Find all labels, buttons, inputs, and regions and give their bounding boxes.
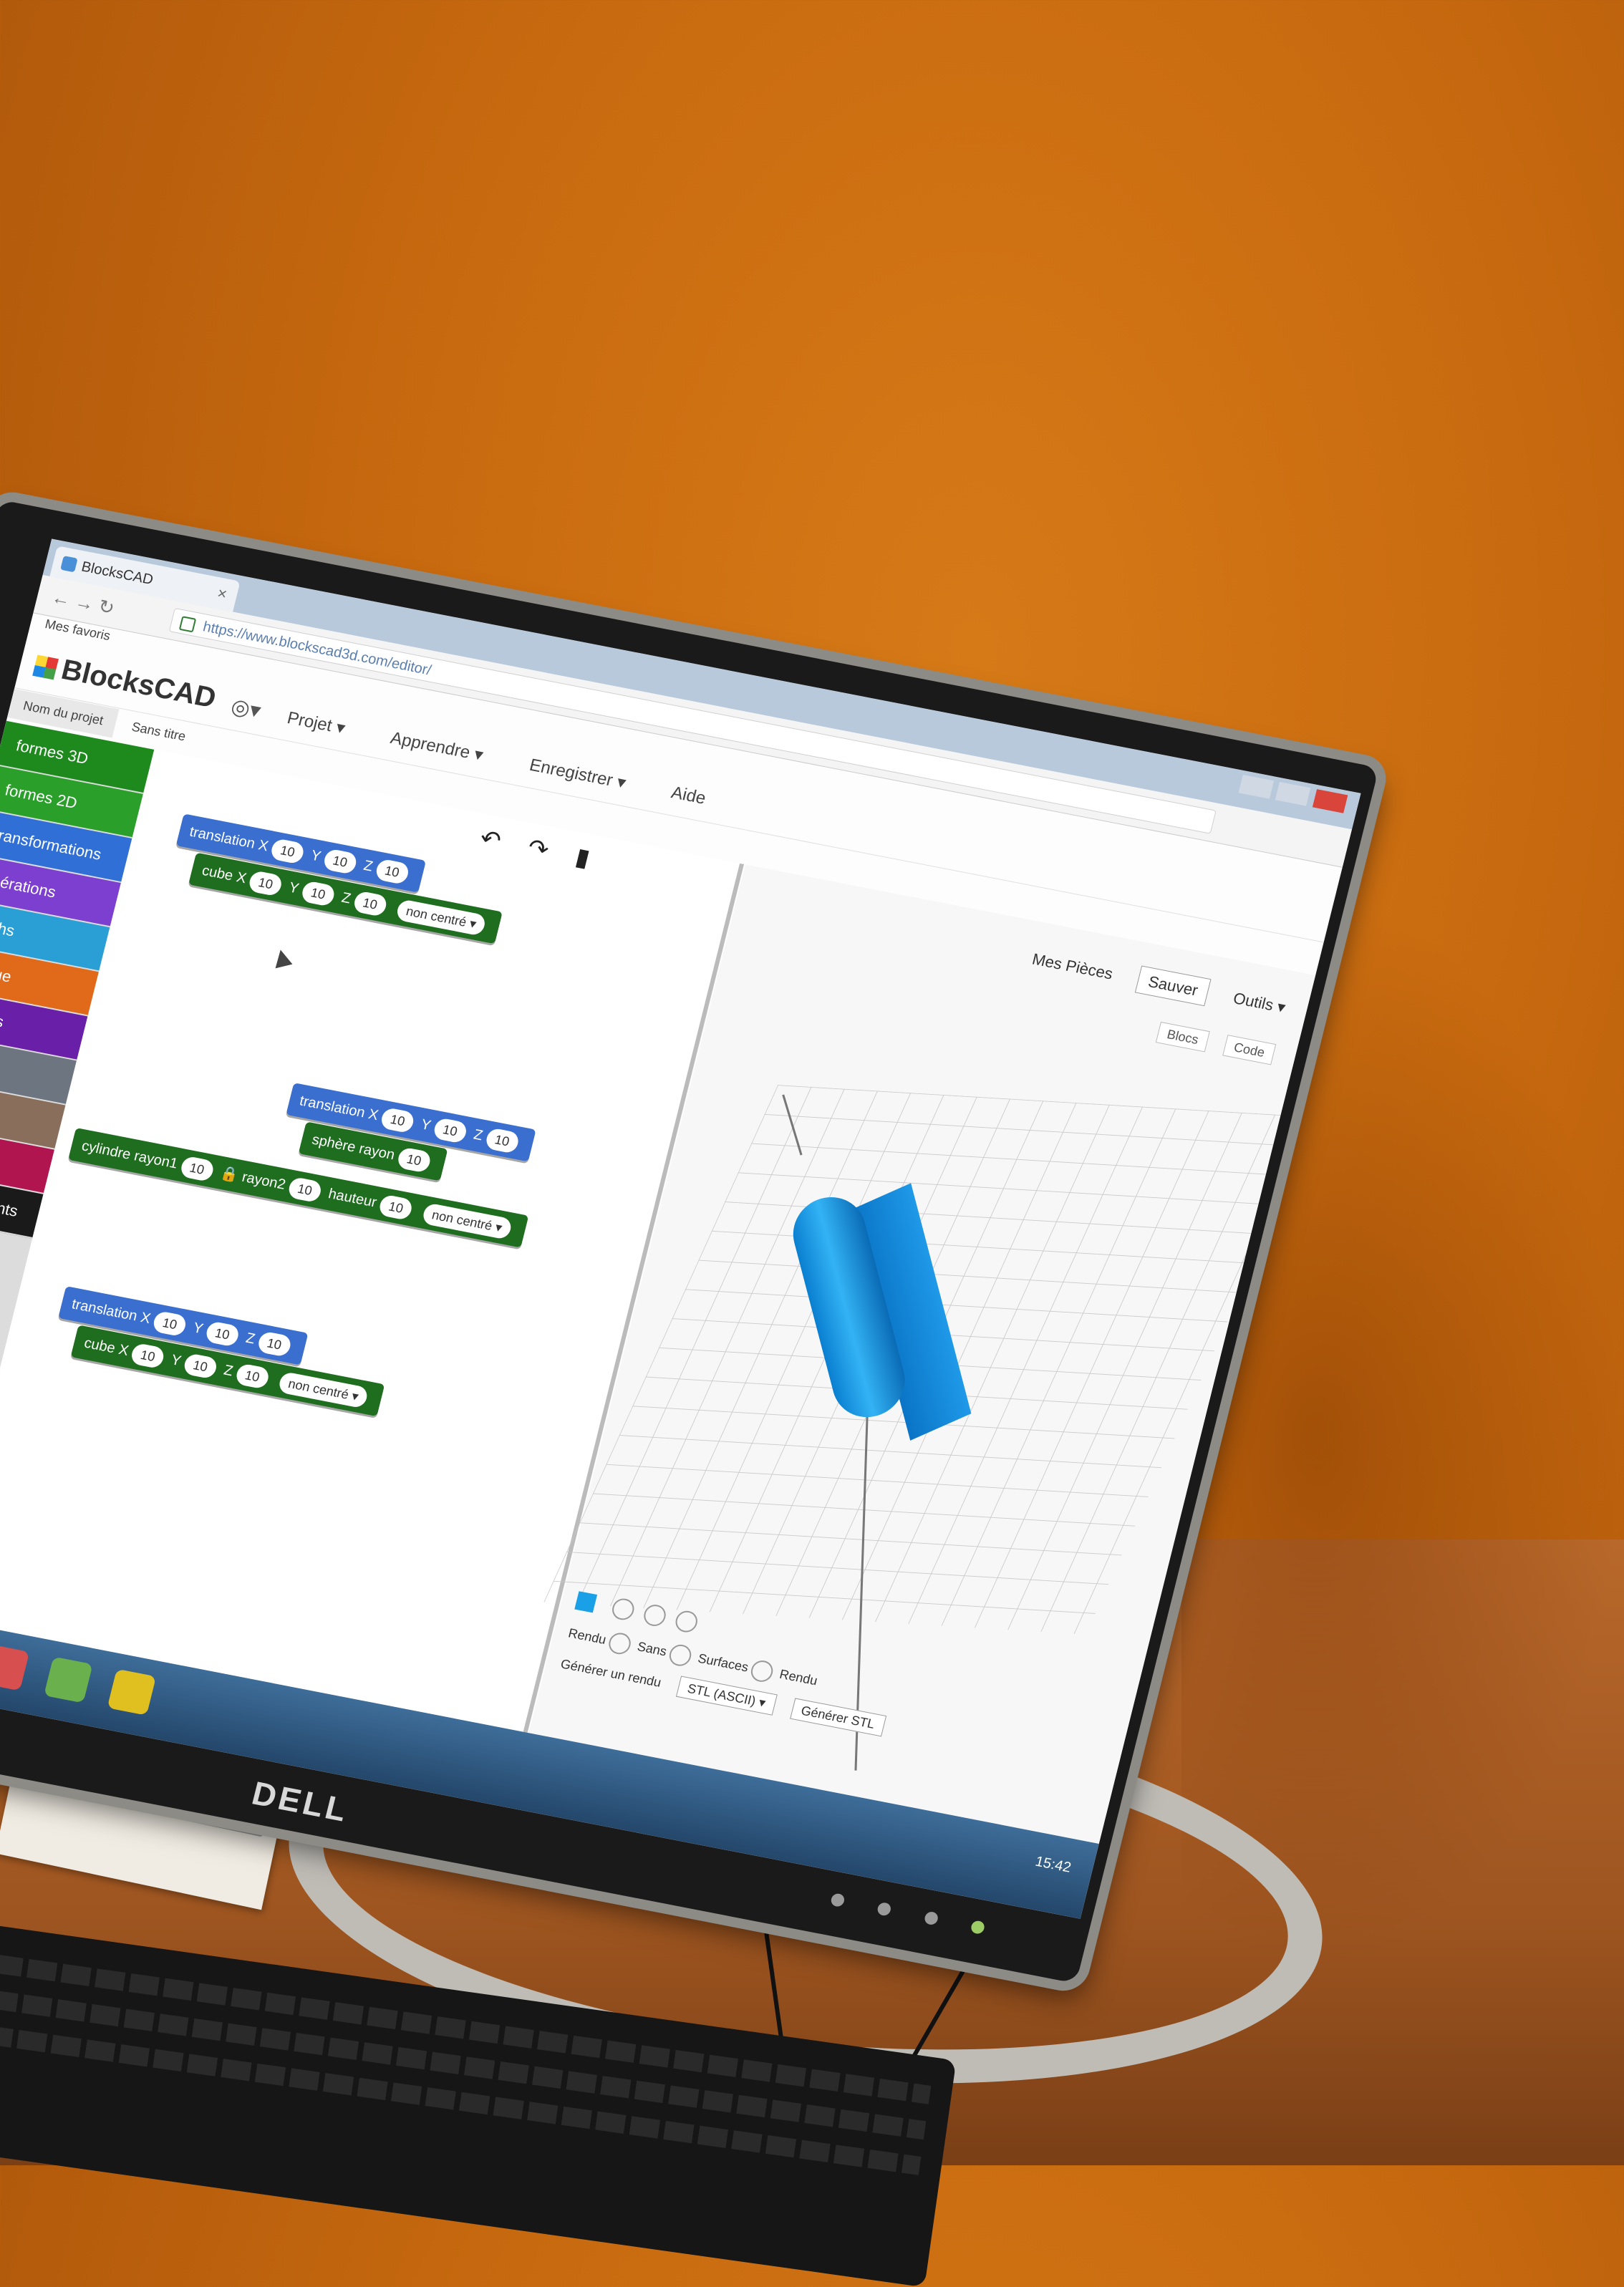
axis-label: X <box>234 869 248 887</box>
menu-learn[interactable]: Apprendre ▾ <box>389 728 485 765</box>
lock-icon <box>178 616 197 633</box>
key-row <box>0 2025 922 2175</box>
value-slot[interactable]: 10 <box>130 1342 166 1370</box>
value-slot[interactable]: 10 <box>395 1146 432 1174</box>
axis-label: Y <box>419 1116 432 1134</box>
tools-menu[interactable]: Outils ▾ <box>1232 989 1287 1016</box>
value-slot[interactable]: 10 <box>377 1194 415 1221</box>
block-label: translation <box>188 823 257 852</box>
value-slot[interactable]: 10 <box>178 1155 216 1182</box>
axis-label: X <box>139 1310 153 1328</box>
center-dropdown[interactable]: non centré ▾ <box>277 1370 369 1409</box>
value-slot[interactable]: 10 <box>483 1126 521 1154</box>
value-slot[interactable]: 10 <box>269 837 306 865</box>
file-icon[interactable] <box>44 1656 93 1703</box>
language-globe-icon[interactable]: ◎▾ <box>228 694 264 724</box>
save-button[interactable]: Sauver <box>1134 965 1212 1007</box>
zoom-in-icon[interactable] <box>609 1597 637 1622</box>
radio-surfaces[interactable] <box>667 1643 694 1668</box>
value-slot[interactable]: 10 <box>432 1116 468 1144</box>
value-slot[interactable]: 10 <box>234 1362 271 1390</box>
logo-cube-icon <box>32 654 59 680</box>
redo-icon[interactable]: ↷ <box>525 834 551 864</box>
value-slot[interactable]: 10 <box>322 848 359 875</box>
value-slot[interactable]: 10 <box>286 1176 324 1204</box>
close-window-button[interactable] <box>1312 789 1348 813</box>
generate-render-button[interactable]: Générer un rendu <box>559 1656 663 1690</box>
axis-label: X <box>367 1106 380 1123</box>
screen: BlocksCAD × ← → ↻ https://www.blockscad3… <box>0 538 1361 1919</box>
chrome-icon[interactable] <box>107 1668 157 1716</box>
param-label: rayon2 <box>240 1169 288 1193</box>
mouse-cursor-icon <box>271 947 293 969</box>
menu-help[interactable]: Aide <box>670 783 708 808</box>
block-label: sphère <box>310 1131 357 1156</box>
view-toggle: Blocs Code <box>1142 1021 1277 1065</box>
block-label: translation <box>69 1296 139 1325</box>
radio-label: Rendu <box>778 1666 819 1688</box>
trash-icon[interactable]: ▮ <box>573 843 593 872</box>
axis-label: Y <box>309 847 323 865</box>
reset-view-icon[interactable] <box>673 1609 700 1635</box>
flask-icon[interactable] <box>0 1644 30 1691</box>
axis-label: X <box>117 1342 130 1359</box>
value-slot[interactable]: 10 <box>380 1106 416 1134</box>
value-slot[interactable]: 10 <box>256 1330 293 1358</box>
menu-project[interactable]: Projet ▾ <box>285 708 347 738</box>
axis-label: Z <box>222 1362 235 1380</box>
axis-label: X <box>256 837 270 855</box>
axis-label: Y <box>287 879 301 897</box>
axis-label: Y <box>169 1352 183 1370</box>
block-label: translation <box>298 1093 367 1121</box>
lock-icon[interactable]: 🔒 <box>219 1165 241 1184</box>
value-slot[interactable]: 10 <box>374 858 410 885</box>
value-slot[interactable]: 10 <box>352 890 389 917</box>
value-slot[interactable]: 10 <box>151 1310 188 1338</box>
monitor-button[interactable] <box>923 1910 939 1926</box>
menu-save[interactable]: Enregistrer ▾ <box>528 755 628 793</box>
axis-label: Z <box>472 1126 485 1144</box>
zoom-out-icon[interactable] <box>642 1602 668 1628</box>
value-slot[interactable]: 10 <box>182 1352 219 1380</box>
axis-label: Z <box>244 1330 257 1348</box>
minimize-button[interactable] <box>1238 775 1275 799</box>
code-toggle[interactable]: Code <box>1222 1035 1277 1065</box>
undo-icon[interactable]: ↶ <box>477 825 503 855</box>
value-slot[interactable]: 10 <box>247 869 284 897</box>
block-label: cylindre <box>79 1138 132 1163</box>
monitor-button[interactable] <box>829 1892 846 1908</box>
axis-label: Z <box>362 857 374 875</box>
radio-none[interactable] <box>606 1630 633 1656</box>
monitor-button[interactable] <box>876 1901 893 1917</box>
value-slot[interactable]: 10 <box>204 1320 241 1348</box>
value-slot[interactable]: 10 <box>300 879 337 907</box>
tab-title: BlocksCAD <box>79 559 155 589</box>
blocks-toggle[interactable]: Blocs <box>1155 1021 1210 1053</box>
radio-render[interactable] <box>748 1658 775 1684</box>
my-parts-link[interactable]: Mes Pièces <box>1030 950 1115 983</box>
axis-label: Y <box>191 1320 205 1338</box>
param-label: rayon <box>357 1141 397 1164</box>
color-swatch[interactable] <box>574 1591 598 1613</box>
maximize-button[interactable] <box>1275 782 1311 806</box>
axis-label: Z <box>339 889 353 907</box>
nav-buttons[interactable]: ← → ↻ <box>49 586 117 619</box>
taskbar-clock[interactable]: 15:42 <box>1033 1854 1073 1877</box>
center-dropdown[interactable]: non centré ▾ <box>395 898 488 937</box>
param-label: hauteur <box>327 1186 379 1211</box>
generate-stl-button[interactable]: Générer STL <box>789 1698 886 1737</box>
block-label: cube <box>82 1335 117 1357</box>
param-label: rayon1 <box>132 1148 180 1172</box>
radio-label: Sans <box>636 1639 669 1659</box>
tab-close-icon[interactable]: × <box>214 578 231 610</box>
radio-label: Surfaces <box>696 1650 750 1675</box>
favicon-icon <box>60 556 78 573</box>
render-label: Rendu <box>566 1625 608 1648</box>
block-label: cube <box>200 862 235 884</box>
monitor-brand: DELL <box>248 1774 354 1829</box>
power-led[interactable] <box>970 1920 986 1935</box>
center-dropdown[interactable]: non centré ▾ <box>421 1201 513 1240</box>
